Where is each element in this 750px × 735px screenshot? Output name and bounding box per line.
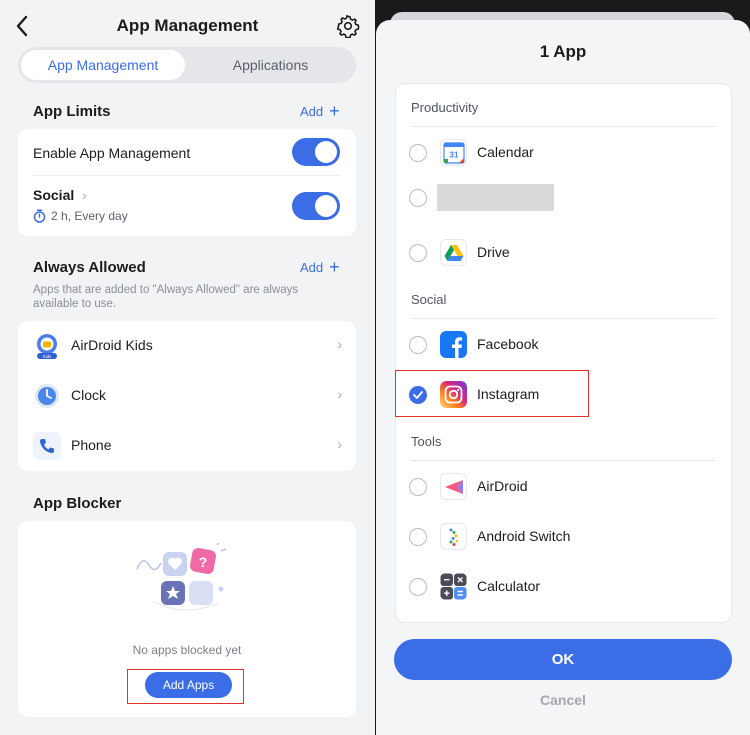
checkmark-icon [413, 391, 423, 399]
chevron-right-icon: › [337, 386, 342, 402]
enable-app-management-label: Enable App Management [33, 145, 191, 161]
svg-text:?: ? [199, 554, 208, 570]
always-allowed-hint: Apps that are added to "Always Allowed" … [33, 284, 299, 310]
app-option-label: Calendar [477, 144, 534, 160]
add-always-allowed-button[interactable]: Add + [300, 257, 340, 277]
radio-button[interactable] [409, 478, 427, 496]
app-option-airdroid[interactable]: AirDroid [396, 462, 733, 512]
airdroid-kids-icon: Kids [33, 332, 61, 360]
chevron-right-icon: › [337, 436, 342, 452]
sheet-title: 1 App [539, 42, 587, 61]
calculator-icon [440, 573, 467, 600]
instagram-icon [440, 381, 467, 408]
select-app-sheet: 1 App Productivity 31 Calendar Drive Soc… [376, 20, 750, 735]
app-option-facebook[interactable]: Facebook [396, 320, 733, 370]
add-label: Add [300, 104, 324, 119]
allowed-app-phone[interactable]: Phone › [18, 421, 356, 471]
add-apps-button[interactable]: Add Apps [145, 672, 232, 698]
allowed-app-label: AirDroid Kids [71, 337, 153, 353]
always-allowed-card: Kids AirDroid Kids › Clock › Phone › [18, 321, 356, 471]
calendar-day-text: 31 [449, 150, 458, 159]
app-option-label: Drive [477, 244, 510, 260]
radio-button[interactable] [409, 578, 427, 596]
social-limit-row[interactable]: Social › [33, 187, 87, 203]
chevron-right-icon: › [82, 187, 87, 203]
app-option-redacted[interactable] [396, 178, 733, 228]
timer-icon [33, 209, 46, 223]
allowed-app-label: Clock [71, 387, 107, 403]
app-option-drive[interactable]: Drive [396, 228, 733, 278]
cancel-button[interactable]: Cancel [376, 692, 750, 708]
radio-button-checked[interactable] [409, 386, 427, 404]
kids-badge-text: Kids [43, 354, 53, 359]
top-bar: App Management [0, 0, 375, 50]
ok-button[interactable]: OK [394, 639, 732, 680]
phone-icon [33, 432, 61, 460]
radio-button[interactable] [409, 528, 427, 546]
app-limits-card: Enable App Management Social › 2 h, Ever… [18, 129, 356, 236]
segmented-control: App Management Applications [18, 47, 356, 83]
app-list[interactable]: Productivity 31 Calendar Drive Social Fa… [395, 83, 732, 623]
app-option-instagram[interactable]: Instagram [396, 370, 733, 420]
radio-button[interactable] [409, 189, 427, 207]
radio-button[interactable] [409, 144, 427, 162]
app-option-label: Android Switch [477, 528, 571, 544]
schedule-text: 2 h, Every day [51, 209, 128, 223]
radio-button[interactable] [409, 336, 427, 354]
settings-button[interactable] [336, 14, 360, 39]
category-tools: Tools [411, 434, 442, 449]
page-title: App Management [116, 16, 259, 35]
gear-icon [336, 14, 360, 39]
divider [411, 460, 716, 461]
category-productivity: Productivity [411, 100, 479, 115]
add-label: Add [300, 260, 324, 275]
category-social: Social [411, 292, 447, 307]
social-limit-label: Social [33, 187, 75, 203]
app-option-label: Facebook [477, 336, 539, 352]
radio-button[interactable] [409, 244, 427, 262]
calendar-icon: 31 [440, 139, 467, 166]
enable-app-management-toggle[interactable] [292, 138, 340, 166]
clock-icon [33, 382, 61, 410]
tab-applications[interactable]: Applications [188, 50, 353, 80]
app-management-screen: App Management App Management Applicatio… [0, 0, 375, 735]
add-app-limit-button[interactable]: Add + [300, 101, 340, 121]
social-limit-schedule: 2 h, Every day [33, 209, 128, 223]
plus-icon: + [329, 101, 340, 121]
chevron-right-icon: › [337, 336, 342, 352]
app-option-label: AirDroid [477, 478, 528, 494]
no-apps-blocked-text: No apps blocked yet [132, 643, 242, 657]
redacted-app-block [437, 184, 554, 211]
tab-app-management[interactable]: App Management [21, 50, 185, 80]
empty-apps-illustration: ? [136, 543, 227, 611]
app-blocker-title: App Blocker [33, 495, 122, 512]
always-allowed-title: Always Allowed [33, 259, 146, 276]
app-limits-title: App Limits [33, 103, 111, 120]
airdroid-icon [440, 473, 467, 500]
divider [33, 175, 341, 176]
app-option-android-switch[interactable]: Android Switch [396, 512, 733, 562]
facebook-icon [440, 331, 467, 358]
app-option-calendar[interactable]: 31 Calendar [396, 128, 733, 178]
plus-icon: + [329, 257, 340, 277]
android-switch-icon [440, 523, 467, 550]
allowed-app-label: Phone [71, 437, 112, 453]
drive-icon [440, 239, 467, 266]
divider [411, 126, 716, 127]
app-blocker-card: ? No apps blocked yet Add Apps [18, 521, 356, 717]
select-app-screen: 1 App Productivity 31 Calendar Drive Soc… [375, 0, 750, 735]
app-option-label: Calculator [477, 578, 541, 594]
allowed-app-airdroid-kids[interactable]: Kids AirDroid Kids › [18, 321, 356, 371]
divider [411, 318, 716, 319]
app-option-calculator[interactable]: Calculator [396, 562, 733, 612]
social-limit-toggle[interactable] [292, 192, 340, 220]
allowed-app-clock[interactable]: Clock › [18, 371, 356, 421]
app-option-label: Instagram [477, 386, 540, 402]
